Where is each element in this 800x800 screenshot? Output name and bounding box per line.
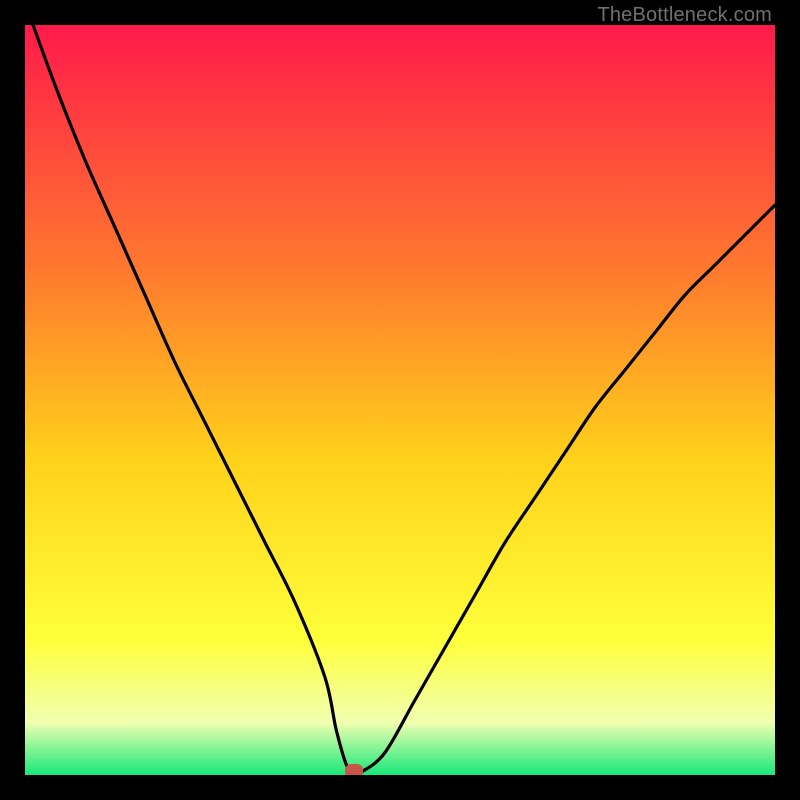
plot-area	[25, 25, 775, 775]
bottleneck-curve	[25, 25, 775, 775]
optimum-marker	[345, 764, 363, 776]
watermark-text: TheBottleneck.com	[597, 4, 772, 27]
chart-frame: TheBottleneck.com	[0, 0, 800, 800]
